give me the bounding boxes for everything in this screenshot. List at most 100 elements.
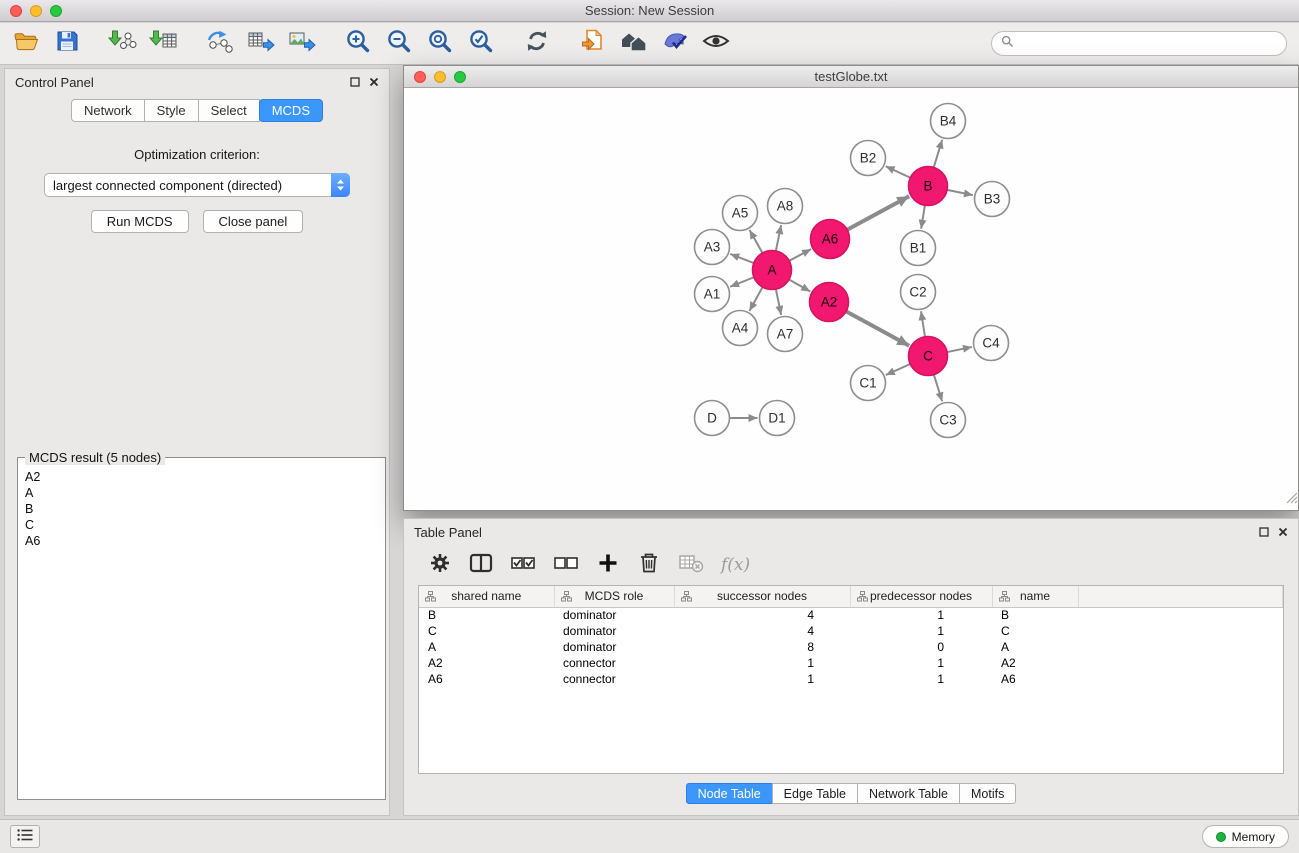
column-header-predecessor-nodes[interactable]: predecessor nodes [850,586,992,607]
select-all-button[interactable] [510,552,536,578]
column-header-name[interactable]: name [992,586,1078,607]
close-window-button[interactable] [10,5,22,17]
graph-node-A6[interactable]: A6 [811,220,850,259]
column-header-shared-name[interactable]: shared name [419,586,554,607]
zoom-out-button[interactable] [383,29,415,59]
graph-node-B4[interactable]: B4 [931,104,966,139]
graph-node-A8[interactable]: A8 [768,189,803,224]
refresh-layout-button[interactable] [521,29,553,59]
show-hide-button[interactable] [700,29,732,59]
delete-table-button[interactable] [678,552,704,578]
graph-edge-B-B2[interactable] [886,166,911,178]
graph-edge-A-A3[interactable] [730,254,754,263]
graph-node-B3[interactable]: B3 [975,182,1010,217]
tab-mcds[interactable]: MCDS [259,99,323,122]
table-row[interactable]: Cdominator41C [419,623,1283,639]
import-network-button[interactable] [107,29,139,59]
graph-node-A1[interactable]: A1 [695,277,730,312]
network-zoom-button[interactable] [454,71,466,83]
graph-edge-C-C2[interactable] [921,311,925,336]
graph-node-C3[interactable]: C3 [931,403,966,438]
zoom-selected-button[interactable] [465,29,497,59]
graph-node-A2[interactable]: A2 [810,283,849,322]
search-input[interactable] [1019,37,1277,51]
minimize-window-button[interactable] [30,5,42,17]
optimization-select[interactable]: largest connected component (directed) [44,173,350,197]
graph-edge-A-A5[interactable] [750,230,763,253]
first-neighbors-button[interactable] [577,29,609,59]
graph-edge-A6-B[interactable] [847,196,909,229]
network-minimize-button[interactable] [434,71,446,83]
table-row[interactable]: Adominator80A [419,639,1283,655]
graph-edge-A-A1[interactable] [730,277,754,287]
delete-column-button[interactable] [637,552,661,578]
close-table-panel-icon[interactable] [1278,527,1288,537]
memory-button[interactable]: Memory [1202,825,1289,848]
float-table-panel-icon[interactable] [1259,527,1269,537]
deselect-all-button[interactable] [553,552,579,578]
graph-edge-A-A6[interactable] [789,249,811,261]
graph-node-C4[interactable]: C4 [974,326,1009,361]
float-panel-icon[interactable] [350,77,360,87]
graph-edge-C-C1[interactable] [886,364,910,375]
graph-edge-A-A7[interactable] [776,289,781,315]
save-session-button[interactable] [51,29,83,59]
graph-node-C2[interactable]: C2 [901,275,936,310]
close-panel-button[interactable]: Close panel [203,210,304,233]
function-builder-button[interactable]: f(x) [721,552,750,578]
graph-edge-B-B1[interactable] [921,205,925,228]
graph-node-C[interactable]: C [909,337,948,376]
export-network-button[interactable] [204,29,236,59]
apply-style-button[interactable] [659,29,691,59]
resize-grip[interactable] [1285,491,1298,509]
search-field[interactable] [991,31,1287,56]
graph-node-A[interactable]: A [753,251,792,290]
tab-edge-table[interactable]: Edge Table [772,783,858,804]
zoom-in-button[interactable] [342,29,374,59]
graph-edge-A-A4[interactable] [749,287,762,311]
graph-edge-B-B3[interactable] [947,190,973,195]
table-row[interactable]: Bdominator41B [419,607,1283,623]
open-session-button[interactable] [10,29,42,59]
graph-node-A3[interactable]: A3 [695,230,730,265]
graph-node-B2[interactable]: B2 [851,141,886,176]
export-table-button[interactable] [245,29,277,59]
tab-network-table[interactable]: Network Table [857,783,960,804]
graph-node-A5[interactable]: A5 [723,196,758,231]
tab-motifs[interactable]: Motifs [959,783,1016,804]
graph-node-A4[interactable]: A4 [723,311,758,346]
graph-edge-A-A8[interactable] [776,225,781,251]
graph-node-B[interactable]: B [909,167,948,206]
network-close-button[interactable] [414,71,426,83]
close-panel-icon[interactable] [369,77,379,87]
run-mcds-button[interactable]: Run MCDS [91,210,189,233]
table-settings-button[interactable] [428,552,452,578]
network-overview-button[interactable] [618,29,650,59]
show-columns-button[interactable] [469,552,493,578]
task-history-button[interactable] [10,825,40,848]
zoom-fit-button[interactable] [424,29,456,59]
add-column-button[interactable] [596,552,620,578]
graph-node-C1[interactable]: C1 [851,366,886,401]
tab-select[interactable]: Select [198,99,260,122]
column-header-successor-nodes[interactable]: successor nodes [674,586,850,607]
graph-node-A7[interactable]: A7 [768,317,803,352]
graph-edge-B-B4[interactable] [934,140,943,168]
table-row[interactable]: A6connector11A6 [419,671,1283,687]
network-canvas[interactable]: B4 B2 B B3 A5 A8A6 B1 A3 A C2 A1 A2 A4 A7 C4 C C1 C3 D D1 [404,88,1298,509]
graph-edge-A-A2[interactable] [789,280,810,292]
tab-network[interactable]: Network [71,99,145,122]
graph-node-D1[interactable]: D1 [760,401,795,436]
graph-node-B1[interactable]: B1 [901,231,936,266]
table-row[interactable]: A2connector11A2 [419,655,1283,671]
graph-edge-C-C4[interactable] [947,347,972,352]
graph-edge-C-C3[interactable] [934,375,942,402]
tab-node-table[interactable]: Node Table [686,783,773,804]
column-header-MCDS-role[interactable]: MCDS role [554,586,674,607]
graph-node-D[interactable]: D [695,401,730,436]
export-image-button[interactable] [286,29,318,59]
graph-edge-A2-C[interactable] [846,311,909,345]
tab-style[interactable]: Style [144,99,199,122]
zoom-window-button[interactable] [50,5,62,17]
import-table-button[interactable] [148,29,180,59]
